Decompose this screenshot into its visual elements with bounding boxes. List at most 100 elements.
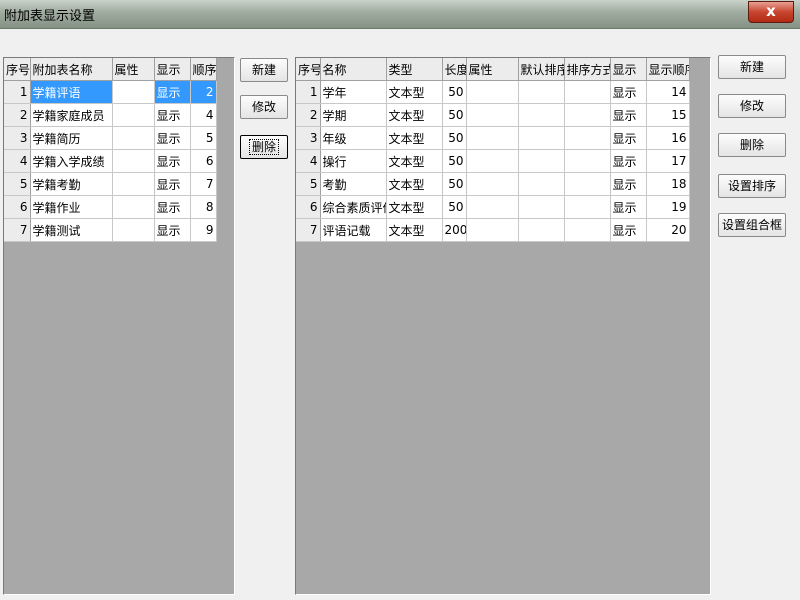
cell-name[interactable]: 学籍作业 [30,195,113,219]
col-header-attr[interactable]: 属性 [112,58,155,81]
col-header-no[interactable]: 序号 [296,58,321,81]
cell-name[interactable]: 考勤 [320,172,387,196]
set-sort-button[interactable]: 设置排序 [718,174,786,198]
cell-type[interactable]: 文本型 [386,103,443,127]
cell-attr[interactable] [112,195,155,219]
cell-no[interactable]: 7 [296,218,321,242]
cell-type[interactable]: 文本型 [386,218,443,242]
cell-attr[interactable] [112,80,155,104]
cell-show[interactable]: 显示 [154,149,191,173]
cell-sort-mode[interactable] [564,172,611,196]
cell-show-order[interactable]: 17 [646,149,690,173]
col-header-show-order[interactable]: 显示顺序 [646,58,690,81]
table-row[interactable]: 4 学籍入学成绩 显示 6 [4,149,217,173]
cell-show[interactable]: 显示 [610,218,647,242]
cell-type[interactable]: 文本型 [386,126,443,150]
table-row[interactable]: 6综合素质评价文本型50 显示19 [296,195,690,219]
cell-attr[interactable] [466,149,519,173]
cell-name[interactable]: 评语记载 [320,218,387,242]
cell-no[interactable]: 3 [296,126,321,150]
table-row[interactable]: 7 学籍测试 显示 9 [4,218,217,242]
cell-no[interactable]: 2 [4,103,31,127]
cell-attr[interactable] [466,218,519,242]
cell-attr[interactable] [466,172,519,196]
cell-attr[interactable] [112,218,155,242]
cell-length[interactable]: 200 [442,218,467,242]
cell-show[interactable]: 显示 [154,103,191,127]
cell-length[interactable]: 50 [442,149,467,173]
col-header-type[interactable]: 类型 [386,58,443,81]
cell-name[interactable]: 学籍测试 [30,218,113,242]
cell-attr[interactable] [112,149,155,173]
col-header-sort-mode[interactable]: 排序方式 [564,58,611,81]
col-header-no[interactable]: 序号 [4,58,31,81]
cell-show-order[interactable]: 14 [646,80,690,104]
col-header-name[interactable]: 附加表名称 [30,58,113,81]
left-edit-button[interactable]: 修改 [240,95,288,119]
cell-order[interactable]: 8 [190,195,217,219]
cell-attr[interactable] [112,126,155,150]
cell-no[interactable]: 2 [296,103,321,127]
cell-no[interactable]: 6 [4,195,31,219]
table-row[interactable]: 5 考勤 文本型 50 显示 18 [296,172,690,196]
cell-no[interactable]: 5 [296,172,321,196]
col-header-show[interactable]: 显示 [610,58,647,81]
cell-sort-mode[interactable] [564,80,611,104]
cell-length[interactable]: 50 [442,103,467,127]
left-delete-button[interactable]: 删除 [240,135,288,159]
cell-default-sort[interactable] [518,149,565,173]
right-delete-button[interactable]: 删除 [718,133,786,157]
cell-order[interactable]: 7 [190,172,217,196]
cell-name[interactable]: 学籍评语 [30,80,113,104]
cell-name[interactable]: 学籍家庭成员 [30,103,113,127]
cell-name[interactable]: 学籍入学成绩 [30,149,113,173]
table-row[interactable]: 1 学年 文本型 50 显示 14 [296,80,690,104]
cell-show[interactable]: 显示 [154,172,191,196]
cell-attr[interactable] [466,126,519,150]
cell-show[interactable]: 显示 [610,80,647,104]
cell-no[interactable]: 4 [4,149,31,173]
col-header-show[interactable]: 显示 [154,58,191,81]
cell-name[interactable]: 学期 [320,103,387,127]
cell-sort-mode[interactable] [564,195,611,219]
cell-show-order[interactable]: 18 [646,172,690,196]
cell-no[interactable]: 5 [4,172,31,196]
cell-no[interactable]: 1 [4,80,31,104]
cell-name[interactable]: 学年 [320,80,387,104]
cell-show[interactable]: 显示 [154,218,191,242]
cell-type[interactable]: 文本型 [386,80,443,104]
cell-sort-mode[interactable] [564,218,611,242]
table-row[interactable]: 3 学籍简历 显示 5 [4,126,217,150]
cell-show-order[interactable]: 16 [646,126,690,150]
cell-default-sort[interactable] [518,218,565,242]
cell-show-order[interactable]: 19 [646,195,690,219]
cell-no[interactable]: 4 [296,149,321,173]
cell-default-sort[interactable] [518,80,565,104]
cell-default-sort[interactable] [518,103,565,127]
cell-show-order[interactable]: 15 [646,103,690,127]
cell-order[interactable]: 6 [190,149,217,173]
table-row[interactable]: 4 操行 文本型 50 显示 17 [296,149,690,173]
cell-default-sort[interactable] [518,126,565,150]
cell-show[interactable]: 显示 [154,195,191,219]
cell-attr[interactable] [466,80,519,104]
cell-name[interactable]: 综合素质评价 [320,195,387,219]
cell-name[interactable]: 学籍简历 [30,126,113,150]
cell-attr[interactable] [112,172,155,196]
cell-length[interactable]: 50 [442,126,467,150]
cell-order[interactable]: 2 [190,80,217,104]
cell-name[interactable]: 学籍考勤 [30,172,113,196]
cell-no[interactable]: 7 [4,218,31,242]
cell-default-sort[interactable] [518,195,565,219]
cell-type[interactable]: 文本型 [386,149,443,173]
cell-order[interactable]: 4 [190,103,217,127]
col-header-attr[interactable]: 属性 [466,58,519,81]
right-new-button[interactable]: 新建 [718,55,786,79]
table-row[interactable]: 7 评语记载 文本型 200 显示 20 [296,218,690,242]
cell-show-order[interactable]: 20 [646,218,690,242]
col-header-default-sort[interactable]: 默认排序 [518,58,565,81]
table-row[interactable]: 5 学籍考勤 显示 7 [4,172,217,196]
cell-sort-mode[interactable] [564,103,611,127]
cell-order[interactable]: 9 [190,218,217,242]
cell-attr[interactable] [466,103,519,127]
